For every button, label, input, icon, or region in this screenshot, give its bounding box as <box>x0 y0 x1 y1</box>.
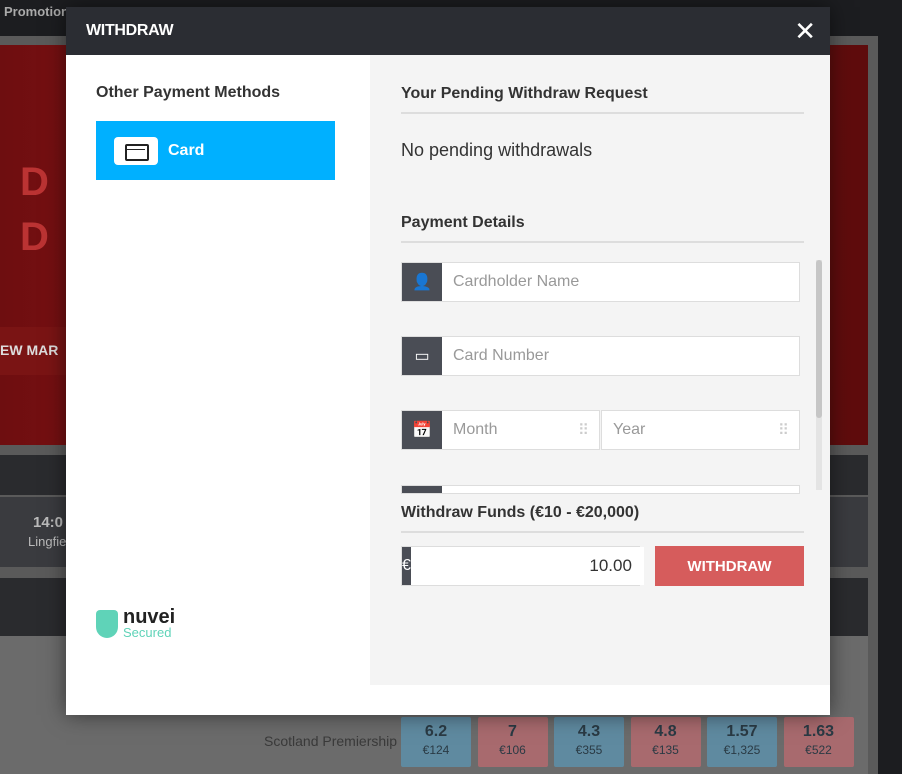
year-select[interactable] <box>602 411 778 449</box>
odds-amount: €522 <box>805 743 832 757</box>
amount-input[interactable] <box>410 547 644 585</box>
modal-header: WITHDRAW ✕ <box>66 7 830 55</box>
league-label: Scotland Premiership <box>264 733 398 749</box>
odds-amount: €135 <box>652 743 679 757</box>
cardholder-input[interactable] <box>442 263 799 301</box>
details-heading: Payment Details <box>401 214 804 243</box>
odds-price: 4.3 <box>577 723 601 740</box>
odds-amount: €106 <box>499 743 526 757</box>
banner-button[interactable]: EW MAR <box>0 327 66 375</box>
year-field: ⠿ <box>601 410 800 450</box>
currency-label: € <box>402 547 411 585</box>
card-method-button[interactable]: Card <box>96 121 335 180</box>
withdraw-panel: Your Pending Withdraw Request No pending… <box>370 55 830 685</box>
card-number-field: ▭ <box>401 336 800 376</box>
odds-button-lay[interactable]: 1.63 €522 <box>783 717 854 767</box>
odds-price: 6.2 <box>424 723 448 740</box>
odds-button-back[interactable]: 4.3 €355 <box>554 717 624 767</box>
scrollbar[interactable] <box>816 260 822 490</box>
odds-price: 1.63 <box>802 723 835 740</box>
odds-button-lay[interactable]: 7 €106 <box>477 717 548 767</box>
month-select[interactable] <box>442 411 578 449</box>
cardholder-field: 👤 <box>401 262 800 302</box>
odds-price: 4.8 <box>654 723 677 740</box>
odds-button-lay[interactable]: 4.8 €135 <box>630 717 701 767</box>
methods-heading: Other Payment Methods <box>96 84 281 101</box>
grid-icon: ⠿ <box>578 422 589 439</box>
odds-button-back[interactable]: 6.2 €124 <box>401 717 471 767</box>
modal-title: WITHDRAW <box>86 22 174 39</box>
user-icon: 👤 <box>402 263 442 301</box>
odds-amount: €355 <box>575 743 603 757</box>
payment-methods-panel: Other Payment Methods Card nuvei Secured <box>66 55 370 715</box>
right-sidebar <box>878 0 902 774</box>
withdraw-modal: WITHDRAW ✕ Other Payment Methods Card nu… <box>66 7 830 715</box>
nuvei-logo: nuvei Secured <box>96 607 175 639</box>
withdraw-button[interactable]: WITHDRAW <box>655 546 804 586</box>
odds-amount: €1,325 <box>723 743 761 757</box>
grid-icon: ⠿ <box>778 422 789 439</box>
shield-icon <box>96 609 118 638</box>
odds-price: 7 <box>508 723 517 740</box>
odds-price: 1.57 <box>726 723 758 740</box>
scrollbar-thumb[interactable] <box>816 260 822 418</box>
calendar-icon: 📅 <box>402 411 442 449</box>
odds-button-back[interactable]: 1.57 €1,325 <box>707 717 777 767</box>
amount-field: € <box>401 546 644 586</box>
credit-card-icon: ▭ <box>402 337 442 375</box>
odds-amount: €124 <box>422 743 450 757</box>
close-icon[interactable]: ✕ <box>794 18 816 44</box>
funds-heading: Withdraw Funds (€10 - €20,000) <box>401 504 804 533</box>
credit-card-icon <box>114 136 158 165</box>
pending-heading: Your Pending Withdraw Request <box>401 85 804 114</box>
pending-text: No pending withdrawals <box>401 140 593 160</box>
card-number-input[interactable] <box>442 337 799 375</box>
month-field: 📅 ⠿ <box>401 410 600 450</box>
